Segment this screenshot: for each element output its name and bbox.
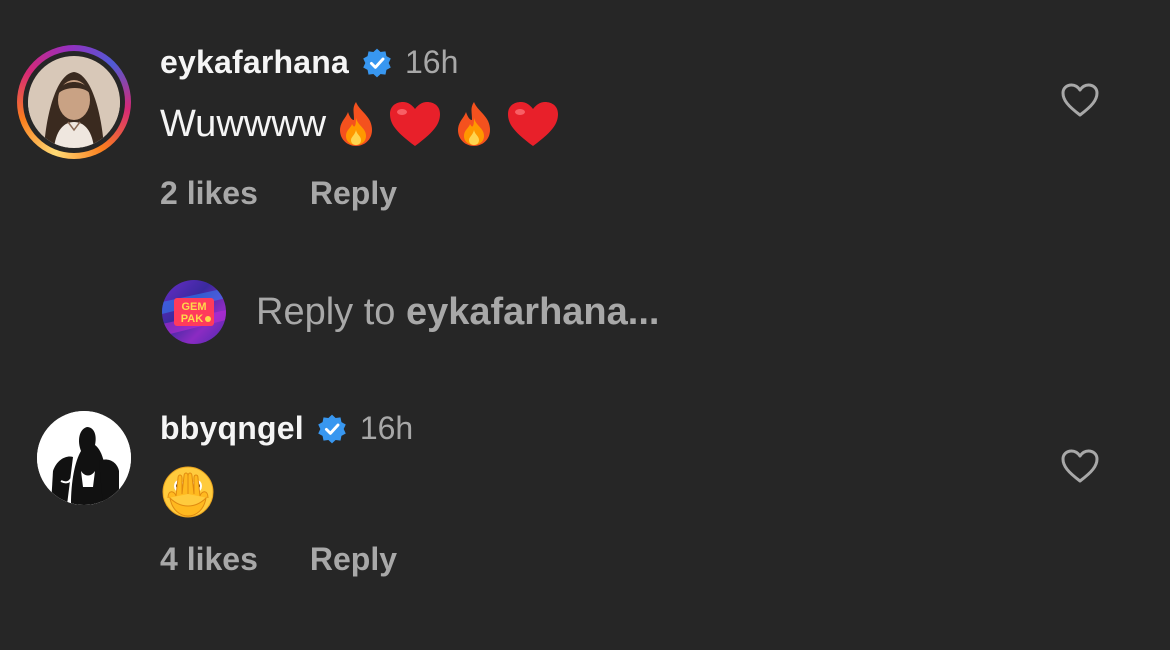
username[interactable]: bbyqngel <box>160 410 304 447</box>
svg-text:PAK: PAK <box>181 313 203 325</box>
timestamp: 16h <box>359 410 414 446</box>
fire-emoji <box>330 98 382 150</box>
heart-outline-icon[interactable] <box>1060 82 1100 118</box>
story-ring-avatar[interactable] <box>17 45 131 159</box>
reply-placeholder[interactable]: Reply to eykafarhana... <box>256 291 659 334</box>
heart-outline-icon[interactable] <box>1060 448 1100 484</box>
red-heart-emoji <box>386 98 444 150</box>
reply-target-username: eykafarhana... <box>405 290 660 333</box>
reply-button[interactable]: Reply <box>310 175 397 212</box>
svg-text:GEM: GEM <box>181 301 206 313</box>
comment-text <box>160 464 216 520</box>
verified-badge-icon <box>316 413 348 445</box>
likes-count[interactable]: 4 likes <box>160 541 258 578</box>
verified-badge-icon <box>361 47 393 79</box>
reply-button[interactable]: Reply <box>310 541 397 578</box>
comment-header: bbyqngel 16h <box>160 410 413 447</box>
username[interactable]: eykafarhana <box>160 44 349 81</box>
comment-body: Wuwwww <box>160 102 327 145</box>
face-with-open-eyes-and-hand-over-mouth-emoji <box>160 464 216 520</box>
current-user-avatar: GEM PAK <box>162 280 226 344</box>
reply-input-row[interactable]: GEM PAK Reply to eykafarhana... <box>162 280 659 344</box>
avatar <box>28 56 120 148</box>
comment-text: Wuwwww <box>160 98 562 150</box>
likes-count[interactable]: 2 likes <box>160 175 258 212</box>
timestamp: 16h <box>404 44 459 80</box>
fire-emoji <box>448 98 500 150</box>
comment-actions: 2 likes Reply <box>160 175 397 212</box>
comment-actions: 4 likes Reply <box>160 541 397 578</box>
red-heart-emoji <box>504 98 562 150</box>
reply-prefix: Reply to <box>256 290 406 333</box>
avatar[interactable] <box>37 411 131 505</box>
comment-header: eykafarhana 16h <box>160 44 458 81</box>
